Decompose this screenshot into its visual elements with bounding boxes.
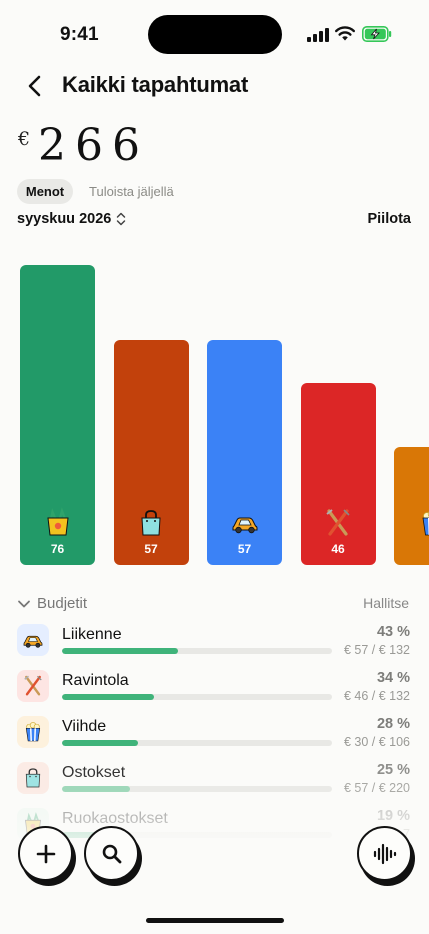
voice-input-button[interactable] (357, 826, 412, 881)
budget-amount: € 57 / € 132 (343, 643, 410, 657)
chart-bar[interactable]: 57 (113, 340, 189, 565)
budget-progress-fill (62, 648, 179, 654)
chevron-down-icon (18, 600, 30, 607)
budget-amount: € 57 / € 220 (343, 781, 410, 795)
chart-bar[interactable]: 57 (207, 340, 282, 565)
budget-row[interactable]: Liikenne 43 % € 57 / € 132 (0, 624, 429, 670)
status-bar: 9:41 (0, 0, 429, 66)
battery-charging-icon (362, 26, 392, 42)
budgets-section-toggle[interactable]: Budjetit (17, 595, 87, 612)
budget-percent: 28 % (376, 716, 410, 732)
cellular-signal-icon (307, 27, 329, 42)
search-button[interactable] (84, 826, 139, 881)
budget-progress-track (62, 786, 332, 792)
category-bar-chart: 76 57 57 46 (0, 230, 429, 570)
budget-row[interactable]: Viihde 28 % € 30 / € 106 (0, 716, 429, 762)
currency-symbol: € (18, 128, 31, 150)
chart-bar[interactable]: 76 (20, 265, 95, 565)
budget-percent: 43 % (376, 624, 410, 640)
budget-percent: 25 % (376, 762, 410, 778)
chart-bar[interactable]: 46 (300, 383, 376, 565)
budget-progress-fill (62, 694, 154, 700)
budget-progress-track (62, 648, 332, 654)
budgets-title: Budjetit (37, 595, 88, 612)
budget-progress-track (62, 740, 332, 746)
voice-wave-icon (373, 843, 396, 864)
budget-row[interactable]: Ostokset 25 % € 57 / € 220 (0, 762, 429, 808)
budget-name: Viihde (62, 718, 107, 735)
home-indicator (146, 918, 284, 923)
budget-name: Ravintola (62, 672, 129, 689)
shopping-bag-icon (135, 507, 167, 539)
popcorn-icon (17, 716, 49, 748)
popcorn-icon (416, 507, 429, 539)
bar-value-label: 76 (50, 542, 65, 556)
budget-progress-fill (62, 786, 130, 792)
back-button[interactable] (20, 70, 50, 102)
car-icon (229, 507, 261, 539)
hide-chart-button[interactable]: Piilota (367, 211, 411, 227)
budget-amount: € 30 / € 106 (343, 735, 410, 749)
search-icon (102, 844, 121, 863)
budget-row[interactable]: Ravintola 34 % € 46 / € 132 (0, 670, 429, 716)
shopping-bag-icon (17, 762, 49, 794)
manage-budgets-button[interactable]: Hallitse (363, 595, 409, 611)
status-time: 9:41 (60, 24, 99, 45)
plus-icon (36, 844, 55, 863)
bar-value-label: 46 (331, 542, 345, 556)
wifi-icon (335, 26, 355, 41)
car-icon (17, 624, 49, 656)
fork-knife-icon (322, 507, 354, 539)
budget-progress-fill (62, 740, 138, 746)
total-amount: 266 (38, 120, 149, 171)
budget-name: Liikenne (62, 626, 122, 643)
dynamic-island (148, 15, 282, 54)
month-label: syyskuu 2026 (17, 211, 112, 227)
chevron-up-down-icon (117, 212, 126, 226)
budget-percent: 19 % (376, 808, 410, 824)
bar-value-label: 57 (237, 542, 252, 556)
budget-amount: € 46 / € 132 (343, 689, 410, 703)
remaining-income-tab[interactable]: Tuloista jäljellä (89, 179, 174, 204)
page-title: Kaikki tapahtumat (62, 72, 249, 97)
budget-percent: 34 % (376, 670, 410, 686)
add-transaction-button[interactable] (18, 826, 73, 881)
fork-knife-icon (17, 670, 49, 702)
chart-bar[interactable] (394, 447, 429, 565)
grocery-bag-icon (42, 507, 74, 539)
expenses-tab[interactable]: Menot (17, 179, 73, 204)
month-selector[interactable]: syyskuu 2026 (17, 211, 126, 227)
chevron-left-icon (28, 75, 41, 97)
budget-progress-track (62, 694, 332, 700)
budget-name: Ostokset (62, 764, 126, 781)
bar-value-label: 57 (144, 542, 158, 556)
